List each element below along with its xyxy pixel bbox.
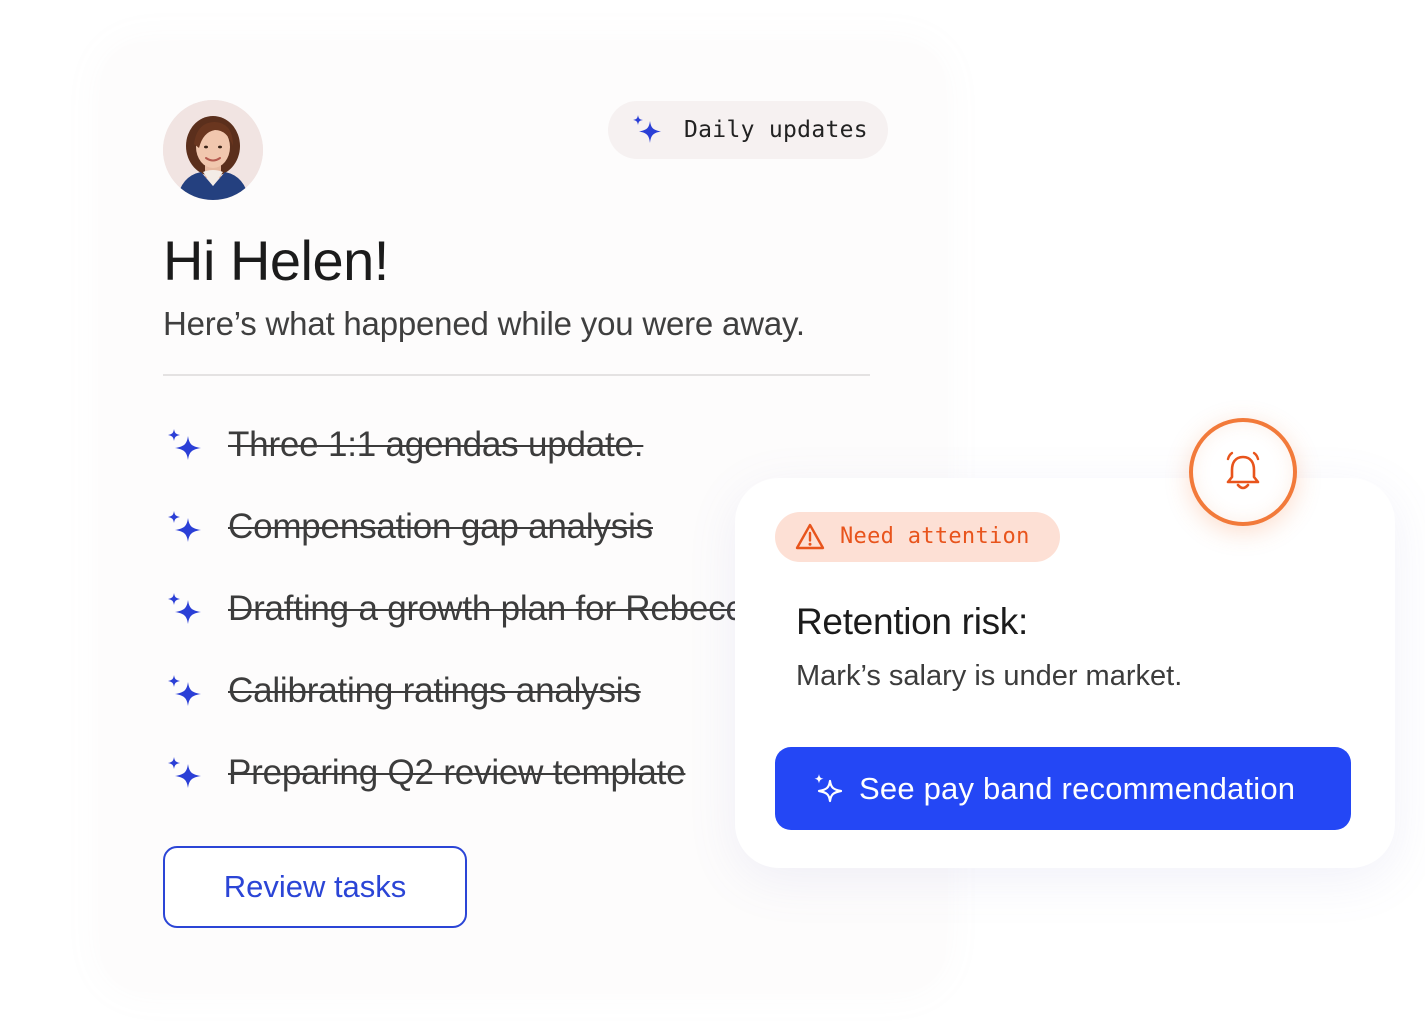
task-list: Three 1:1 agendas update. Compensation g… xyxy=(163,422,738,832)
notification-bell[interactable] xyxy=(1189,418,1297,526)
page-title: Hi Helen! xyxy=(163,229,389,292)
task-item[interactable]: Preparing Q2 review template xyxy=(163,750,738,832)
sparkle-icon xyxy=(168,757,201,788)
stage: Daily updates Hi Helen! Here’s what happ… xyxy=(0,0,1425,1025)
sparkle-icon xyxy=(168,429,201,460)
task-label: Three 1:1 agendas update. xyxy=(228,425,644,464)
sparkle-icon xyxy=(814,774,843,803)
see-pay-band-button[interactable]: See pay band recommendation xyxy=(775,747,1351,830)
daily-updates-label: Daily updates xyxy=(684,117,868,143)
need-attention-badge: Need attention xyxy=(775,512,1060,562)
task-label: Calibrating ratings analysis xyxy=(228,671,641,710)
avatar-portrait xyxy=(163,100,263,200)
page-subtitle: Here’s what happened while you were away… xyxy=(163,305,805,342)
task-item[interactable]: Three 1:1 agendas update. xyxy=(163,422,738,504)
avatar xyxy=(163,100,263,200)
daily-updates-pill[interactable]: Daily updates xyxy=(608,101,888,159)
review-tasks-button[interactable]: Review tasks xyxy=(163,846,467,928)
divider xyxy=(163,374,870,376)
task-label: Drafting a growth plan for Rebecca xyxy=(228,589,736,628)
see-pay-band-label: See pay band recommendation xyxy=(859,771,1296,806)
sparkle-icon xyxy=(633,115,661,143)
task-item[interactable]: Calibrating ratings analysis xyxy=(163,668,738,750)
need-attention-label: Need attention xyxy=(840,524,1030,549)
bell-icon xyxy=(1226,451,1260,490)
task-item[interactable]: Drafting a growth plan for Rebecca xyxy=(163,586,738,668)
task-label: Preparing Q2 review template xyxy=(228,753,686,792)
sparkle-icon xyxy=(168,593,201,624)
sparkle-icon xyxy=(168,511,201,542)
risk-title: Retention risk: xyxy=(796,601,1028,642)
task-label: Compensation gap analysis xyxy=(228,507,653,546)
warning-icon xyxy=(795,523,825,550)
risk-description: Mark’s salary is under market. xyxy=(796,660,1183,692)
sparkle-icon xyxy=(168,675,201,706)
task-item[interactable]: Compensation gap analysis xyxy=(163,504,738,586)
